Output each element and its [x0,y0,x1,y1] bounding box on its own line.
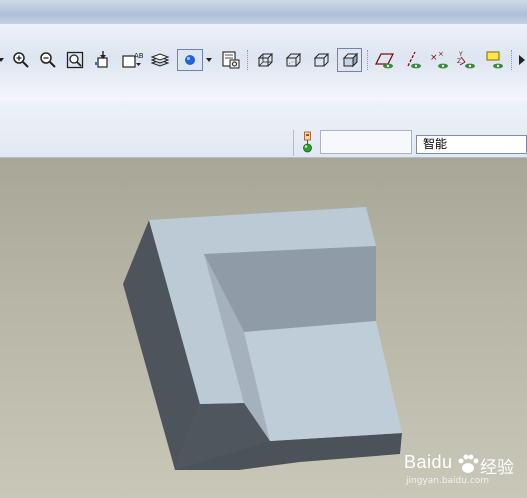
toolbar-separator [511,50,514,70]
graphics-viewport[interactable] [0,158,527,498]
datum-points-icon: × × [430,50,448,69]
paw-logo-icon [458,454,479,473]
shading-icon [342,52,358,68]
saved-views-icon: AB [122,52,143,68]
layers-icon [150,53,170,67]
toolbar-overflow-right-icon[interactable] [519,55,525,65]
watermark: Baidu 经验 jingyan.baidu.com [404,452,524,496]
svg-text:Y: Y [458,51,463,58]
annotation-button[interactable] [484,49,506,71]
svg-text:AB: AB [134,52,143,60]
toolbar: AB × × Y Z [0,24,527,100]
refit-button[interactable] [64,49,86,71]
watermark-brand-cn: 经验 [480,458,514,478]
watermark-site: jingyan.baidu.com [406,476,490,486]
datum-axes-button[interactable] [402,49,424,71]
no-hidden-button[interactable] [310,49,332,71]
watermark-brand-text: Baidu [404,452,453,472]
toolbar-separator [367,50,370,70]
coordinate-systems-icon: Y Z [457,51,475,69]
svg-text:×: × [438,50,444,58]
datum-planes-button[interactable] [374,49,396,71]
zoom-in-button[interactable] [10,49,32,71]
selection-filter-value: 智能 [423,137,448,151]
message-field [320,130,412,154]
selection-filter[interactable]: 智能 [416,135,527,154]
hidden-line-icon [285,53,302,67]
regeneration-status[interactable] [293,130,318,156]
repaint-icon [222,51,240,69]
appearance-button[interactable] [177,49,203,71]
view-toolbar-row: AB × × Y Z [0,46,527,74]
no-hidden-icon [313,53,330,67]
watermark-brand: Baidu [404,452,453,473]
model-floor-face [244,321,402,441]
wireframe-button[interactable] [254,49,276,71]
svg-text:×: × [430,53,438,63]
appearance-icon [185,55,195,65]
reorient-icon [95,51,108,68]
hidden-line-button[interactable] [282,49,304,71]
toolbar-separator [247,50,250,70]
title-bar [0,0,527,24]
layers-button[interactable] [149,49,171,71]
toolbar-overflow-left-icon[interactable] [0,58,4,62]
refit-icon [66,51,84,69]
zoom-in-icon [13,52,29,68]
wireframe-icon [257,53,274,67]
regeneration-light-icon [303,131,312,153]
zoom-out-icon [40,52,56,68]
svg-text:Z: Z [457,58,461,65]
shading-button[interactable] [337,48,362,72]
reorient-button[interactable] [92,49,114,71]
saved-views-button[interactable]: AB [121,49,143,71]
annotation-icon [486,51,503,69]
datum-points-button[interactable]: × × [429,49,451,71]
solid-model[interactable] [0,158,527,498]
repaint-button[interactable] [220,49,242,71]
zoom-out-button[interactable] [37,49,59,71]
datum-planes-icon [374,53,395,69]
datum-axes-icon [407,51,421,69]
coordinate-systems-button[interactable]: Y Z [456,49,478,71]
appearance-dropdown-icon[interactable] [206,58,212,62]
